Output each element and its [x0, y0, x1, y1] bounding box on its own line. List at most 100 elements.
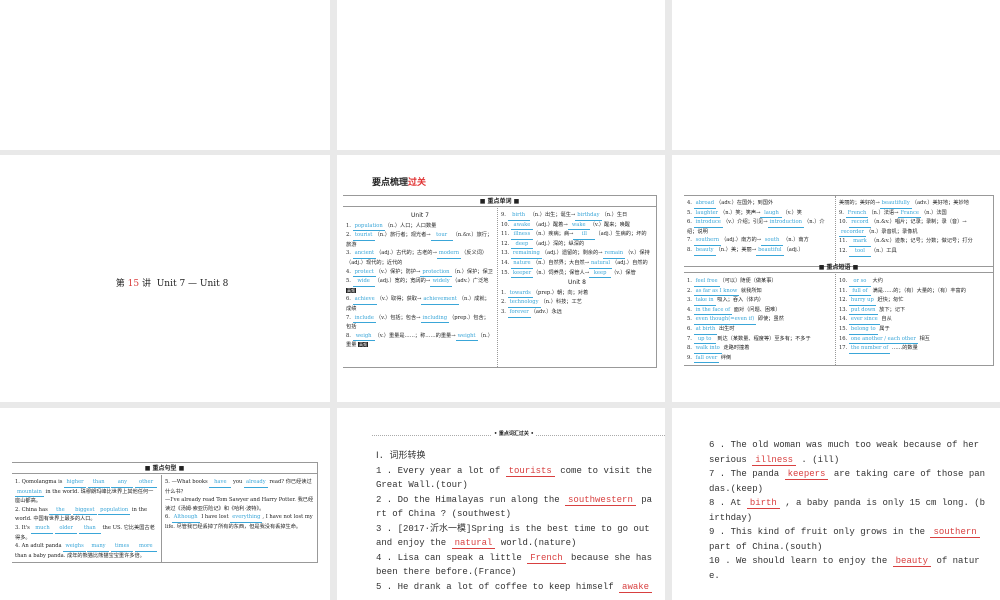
answer-blank: illness — [752, 454, 797, 466]
answer-blank: record — [848, 218, 871, 228]
section-heading: Ⅰ. 词形转换 — [376, 451, 426, 461]
item-text: . (ill) — [796, 454, 840, 465]
list-item: 2 . Do the Himalayas run along the south… — [376, 493, 656, 522]
list-item: 10. record （n.&v.）唱片；记录；录制；录（音）→ recorder （… — [839, 218, 991, 238]
answer-blank: older — [55, 524, 78, 534]
item-text: 美丽的；美好的→ — [839, 200, 880, 206]
item-text: （adj.）遗留的；剩余的→ — [541, 250, 603, 257]
list-item: 9. birth （n.）出生；诞生→ birthday （n.）生日 — [501, 211, 653, 221]
slide-exercise-1[interactable]: • 重点词汇过关 • Ⅰ. 词形转换 1 . Every year a lot … — [337, 408, 665, 600]
answer-blank: hurry up — [848, 296, 876, 306]
slide-key-sentences[interactable]: ■ 重点句型 ■ 1. Qomolangma is higher than an… — [0, 408, 330, 600]
words-table: ■ 重点单词 ■ Unit 7 1. population （n.）人口；人口数量… — [343, 195, 657, 368]
words-left-col: Unit 7 1. population （n.）人口；人口数量 2. touris… — [343, 208, 498, 367]
answer-blank: French — [527, 552, 566, 564]
list-item: 3. ancient （adj.）古代的；古老的→ modern （反义词）（adj.… — [346, 249, 494, 267]
title-main: 要点梳理 — [372, 178, 409, 188]
answer-blank: illness — [510, 230, 533, 240]
answer-blank: widely — [430, 277, 453, 287]
item-text: 15. — [839, 325, 849, 332]
item-text: （n.）美；美丽→ — [715, 246, 757, 253]
answer-blank: remaining — [510, 249, 542, 259]
item-text: 5 . He drank a lot of coffee to keep him… — [376, 581, 620, 592]
item-text: 4. An adult panda — [15, 543, 64, 550]
answer-blank: belong to — [848, 325, 878, 335]
answer-blank: tourist — [352, 231, 375, 241]
answer-blank: everything — [230, 513, 263, 523]
answer-blank: even though(=even if) — [693, 315, 757, 325]
item-text: （prep.）朝；向；对着 — [532, 289, 589, 296]
item-text: ……的数量 — [890, 345, 918, 352]
answer-blank: laugh — [760, 209, 783, 219]
item-text: 6. — [687, 219, 694, 226]
list-item: 3. It's much older than the US. 它比美国古老得多… — [15, 524, 158, 542]
answer-blank: than — [78, 524, 101, 534]
list-item: 10 . We should learn to enjoy the beauty… — [709, 554, 989, 583]
list-item: 8. weigh （v.）重量是……；称……的重量→ weight （n.）重量 高频 — [346, 332, 494, 350]
item-text: 13. — [839, 306, 849, 313]
item-text: 1. — [687, 278, 694, 284]
list-item: —I've already read Tom Sawyer and Harry … — [165, 496, 315, 513]
answer-blank: than — [87, 478, 110, 488]
item-text: 5. — [687, 316, 694, 323]
list-item: 1. feel free （可以）随便（做某事） — [687, 277, 832, 287]
item-text: （n.&v.）唱片；记录；录制；录（音）→ — [870, 219, 967, 226]
item-text: 绊倒 — [719, 354, 732, 361]
list-item: 14. nature （n.）自然界；大自然→ natural （adj.）自然的 — [501, 259, 653, 269]
answer-blank: more — [134, 542, 157, 552]
item-text: part of China.(south) — [709, 541, 823, 552]
slide-blank-top-right[interactable] — [672, 0, 1000, 150]
list-item: 1. Qomolangma is higher than any other m… — [15, 478, 158, 506]
item-text: （v.）醒来；唤醒 — [589, 221, 630, 228]
answer-blank: already — [244, 478, 268, 488]
answer-blank: walk into — [693, 344, 722, 354]
list-item: 15. keeper （n.）饲养员；保管人→ keep （v.）保管 — [501, 269, 653, 279]
item-text: 9. — [839, 209, 846, 216]
slide-title[interactable]: 第 15 讲 Unit 7 — Unit 8 — [0, 155, 330, 402]
item-text: （n.）笑；笑声→ — [720, 209, 761, 216]
answer-blank: mountain — [15, 488, 44, 498]
item-text: 6. — [346, 296, 353, 303]
item-text: 10. — [501, 221, 511, 228]
answer-blank: laughter — [693, 209, 720, 219]
item-text: 走路时撞着 — [721, 345, 750, 352]
answer-blank: biggest — [73, 506, 97, 516]
lecture-number: 15 — [127, 279, 140, 289]
answer-blank: mark — [848, 237, 871, 247]
item-text: 2. China has — [15, 506, 50, 513]
item-text: （v.）取得；获取→ — [376, 296, 422, 303]
item-text: 就我所知 — [739, 287, 762, 294]
answer-blank: one another / each other — [848, 335, 918, 345]
answer-blank: weighs — [63, 542, 86, 552]
item-text: 自从 — [879, 316, 892, 323]
slide-blank-top-left[interactable] — [0, 0, 330, 150]
answer-blank: as far as I know — [693, 287, 740, 297]
item-text: 8. — [346, 332, 353, 339]
answer-blank: French — [845, 209, 869, 219]
answer-blank: southern — [693, 236, 722, 246]
slide-key-words[interactable]: 要点梳理过关 ■ 重点单词 ■ Unit 7 1. population （n.）… — [337, 155, 665, 402]
answer-blank: France — [898, 209, 921, 219]
item-text: 3. It's — [15, 524, 32, 531]
list-item: 美丽的；美好的→ beautifully （adv.）美好地；美妙地 — [839, 199, 991, 209]
list-item: 4. in the face of 面对（问题、困难） — [687, 306, 832, 316]
slide-exercise-2[interactable]: 6 . The old woman was much too weak beca… — [672, 408, 1000, 600]
answer-blank: take in — [693, 296, 716, 306]
list-item: 13. remaining （adj.）遗留的；剩余的→ remain （v.）保持 — [501, 249, 653, 259]
list-item: 11. mark （n.&v.）迹象；记号；分数；做记号；打分 — [839, 237, 991, 247]
item-text: （adj.）自然的 — [612, 259, 648, 266]
item-text: 11. — [839, 287, 849, 294]
item-text: 4. — [687, 200, 694, 206]
item-text: （n.&v.）迹象；记号；分数；做记号；打分 — [870, 238, 973, 245]
answer-blank: achieve — [352, 295, 377, 305]
slide-words-phrases[interactable]: 4. abroad （adv.）在国外；到国外 5. laughter （n.）笑；笑… — [672, 155, 1000, 402]
answer-blank: protection — [420, 268, 452, 278]
item-text: 10. — [839, 278, 849, 284]
item-text: 8 . At — [709, 498, 747, 508]
item-text: 出生时 — [717, 325, 735, 332]
item-text: 12. — [839, 247, 849, 254]
item-text: 属于 — [877, 325, 890, 332]
slide-blank-top-mid[interactable] — [337, 0, 665, 150]
sentences-header: ■ 重点句型 ■ — [12, 463, 317, 474]
item-text: （n.）自然界；大自然→ — [532, 259, 589, 266]
